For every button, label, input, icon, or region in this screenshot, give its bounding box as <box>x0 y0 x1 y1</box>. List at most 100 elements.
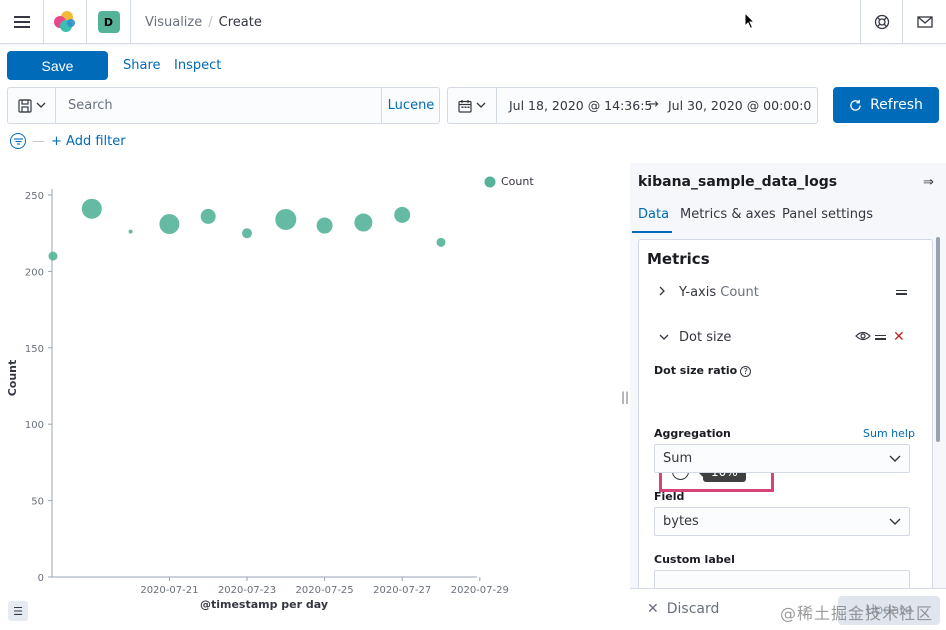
breadcrumb-create: Create <box>218 14 262 30</box>
space-selector[interactable]: D <box>87 0 130 44</box>
refresh-icon <box>850 99 861 111</box>
dotsize-agg-row[interactable]: Dot size ✕ <box>639 321 932 353</box>
custom-label-label: Custom label <box>654 553 735 566</box>
data-point <box>354 213 373 232</box>
x-tick-label: 2020-07-29 <box>451 585 509 596</box>
x-tick-label: 2020-07-23 <box>218 585 276 596</box>
space-avatar: D <box>97 11 120 33</box>
tab-metrics-axes[interactable]: Metrics & axes <box>680 207 776 222</box>
metrics-title: Metrics <box>647 250 710 268</box>
menu-icon[interactable] <box>0 0 43 44</box>
add-filter-button[interactable]: + Add filter <box>51 134 126 149</box>
data-point <box>242 228 252 239</box>
remove-icon[interactable]: ✕ <box>893 329 905 345</box>
quick-date-button[interactable] <box>448 88 497 123</box>
tab-panel-settings[interactable]: Panel settings <box>782 207 873 222</box>
share-link[interactable]: Share <box>123 58 161 73</box>
y-tick-label: 150 <box>25 344 44 355</box>
query-language-button[interactable]: Lucene <box>381 88 440 123</box>
data-point <box>48 251 58 261</box>
chart-area: 0 50 100 150 200 250 2020-07-21 2020-07-23 2020-… <box>0 163 616 630</box>
y-tick-label: 250 <box>25 191 44 202</box>
top-nav: D Visualize / Create <box>0 0 946 44</box>
eye-icon[interactable] <box>855 330 871 345</box>
breadcrumb-visualize[interactable]: Visualize <box>145 15 202 30</box>
date-end[interactable]: Jul 30, 2020 @ 00:00:0 <box>668 98 811 113</box>
aggregation-label: Aggregation <box>654 427 731 440</box>
help-icon[interactable] <box>861 0 903 44</box>
editor-sidebar: kibana_sample_data_logs ⇒ Data Metrics &… <box>630 163 946 630</box>
help-circle-icon[interactable]: ? <box>740 366 752 377</box>
field-value: bytes <box>663 514 699 529</box>
sum-help-link[interactable]: Sum help <box>863 427 915 440</box>
drag-handle-icon[interactable] <box>875 333 886 342</box>
save-button[interactable]: Save <box>7 51 108 80</box>
filter-menu-icon[interactable] <box>10 133 26 149</box>
nav-divider <box>130 0 131 44</box>
legend-toggle-icon[interactable]: ☰ <box>8 601 28 621</box>
x-tick-label: 2020-07-21 <box>140 585 198 596</box>
data-point <box>159 214 180 235</box>
yaxis-label: Y-axis Count <box>679 284 759 300</box>
breadcrumb: Visualize / Create <box>145 0 262 44</box>
mouse-cursor-icon <box>744 12 756 30</box>
x-axis-title: @timestamp per day <box>200 598 328 611</box>
dotsize-label: Dot size <box>679 329 732 345</box>
field-label: Field <box>654 490 685 503</box>
tab-data[interactable]: Data <box>638 207 669 222</box>
y-tick-label: 100 <box>25 420 44 431</box>
inspect-link[interactable]: Inspect <box>174 58 221 73</box>
aggregation-select[interactable]: Sum <box>654 444 910 473</box>
metrics-panel: Metrics Y-axis Count Dot size ✕ Dot size… <box>638 239 933 630</box>
filter-bar: — + Add filter <box>10 132 126 150</box>
scatter-chart: 0 50 100 150 200 250 2020-07-21 2020-07-23 2020-… <box>6 175 534 611</box>
refresh-button[interactable]: Refresh <box>833 87 939 123</box>
y-tick-label: 200 <box>25 267 44 278</box>
aggregation-value: Sum <box>663 451 693 466</box>
data-point <box>128 229 133 234</box>
x-tick-label: 2020-07-27 <box>373 585 431 596</box>
arrow-right-icon: → <box>648 97 659 112</box>
date-start[interactable]: Jul 18, 2020 @ 14:36:5 <box>509 98 652 113</box>
filter-divider: — <box>32 133 45 149</box>
watermark: @稀土掘金技术社区 <box>780 604 934 623</box>
x-tick-label: 2020-07-25 <box>296 585 354 596</box>
collapse-sidebar-icon[interactable]: ⇒ <box>923 175 934 190</box>
chevron-down-icon <box>889 449 901 466</box>
refresh-label: Refresh <box>870 97 923 113</box>
close-icon: ✕ <box>647 601 659 617</box>
drag-handle-icon[interactable] <box>896 288 907 297</box>
data-point <box>200 208 216 224</box>
panel-resize-handle[interactable]: || <box>621 390 629 404</box>
chevron-right-icon[interactable] <box>659 285 666 299</box>
active-tab-indicator <box>632 231 672 233</box>
sidebar-scrollbar[interactable] <box>936 237 940 442</box>
date-picker: Jul 18, 2020 @ 14:36:5 → Jul 30, 2020 @ … <box>447 87 818 124</box>
newsfeed-icon[interactable] <box>903 0 946 44</box>
data-point <box>316 217 333 234</box>
chevron-down-icon[interactable] <box>659 330 669 344</box>
index-pattern-title: kibana_sample_data_logs <box>638 174 838 190</box>
discard-button[interactable]: ✕ Discard <box>647 601 719 617</box>
search-input[interactable] <box>57 88 381 123</box>
legend-label: Count <box>501 175 534 188</box>
calendar-icon <box>458 99 472 113</box>
field-select[interactable]: bytes <box>654 507 910 536</box>
discard-label: Discard <box>666 601 720 617</box>
kibana-logo-icon[interactable] <box>44 0 86 44</box>
chevron-down-icon <box>476 102 486 108</box>
y-axis-title: Count <box>6 360 19 397</box>
breadcrumb-separator: / <box>208 14 213 30</box>
yaxis-agg-row[interactable]: Y-axis Count <box>639 276 932 308</box>
app-toolbar: Save Share Inspect <box>0 44 946 88</box>
query-bar: Lucene <box>7 87 440 124</box>
legend-swatch <box>484 176 496 188</box>
chevron-down-icon <box>36 102 45 108</box>
data-point <box>436 237 446 247</box>
saved-query-button[interactable] <box>8 88 56 123</box>
sidebar-tabs: Data Metrics & axes Panel settings <box>630 205 946 233</box>
data-point <box>275 208 297 230</box>
data-point <box>394 206 411 223</box>
chevron-down-icon <box>889 512 901 529</box>
dot-size-ratio-label: Dot size ratio? <box>654 364 752 377</box>
